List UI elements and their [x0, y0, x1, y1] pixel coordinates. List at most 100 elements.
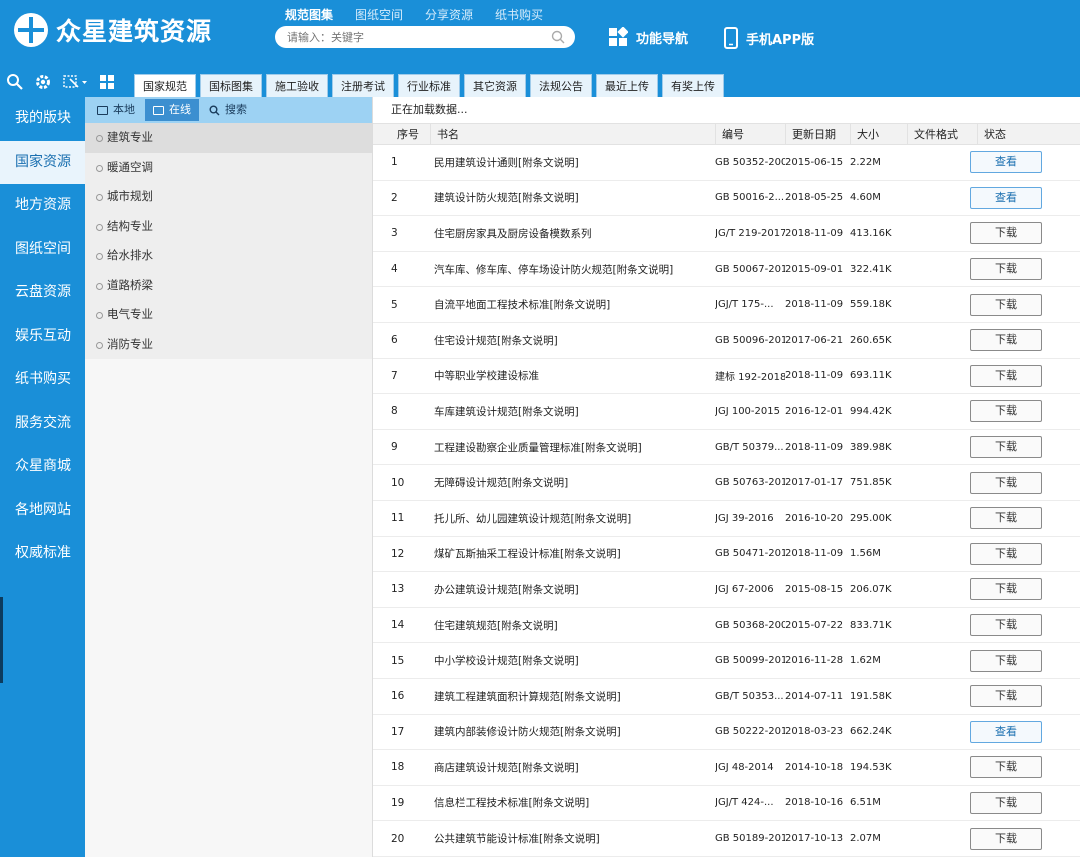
download-button[interactable]: 下载: [970, 614, 1042, 637]
col-header-status[interactable]: 状态: [977, 124, 1080, 144]
tab-construction-acceptance[interactable]: 施工验收: [266, 74, 328, 97]
row-code: GB 50222-2017: [715, 726, 785, 738]
download-button[interactable]: 下载: [970, 222, 1042, 245]
table-row[interactable]: 16 建筑工程建筑面积计算规范[附条文说明] GB/T 50353... 2014-0…: [373, 679, 1080, 715]
category-item[interactable]: 暖通空调: [85, 153, 372, 183]
sidebar-item-book-purchase[interactable]: 纸书购买: [0, 358, 85, 402]
table-row[interactable]: 7 中等职业学校建设标准 建标 192-2018 2018-11-09 693.11K 下…: [373, 359, 1080, 395]
category-item[interactable]: 城市规划: [85, 182, 372, 212]
search-icon[interactable]: [4, 72, 26, 92]
download-button[interactable]: 下载: [970, 471, 1042, 494]
sidebar-item-local-sites[interactable]: 各地网站: [0, 489, 85, 533]
category-item[interactable]: 道路桥梁: [85, 271, 372, 301]
download-button[interactable]: 下载: [970, 364, 1042, 387]
tab-registration-exam[interactable]: 注册考试: [332, 74, 394, 97]
cat-tab-search[interactable]: 搜索: [201, 99, 255, 121]
sidebar-item-authority[interactable]: 权威标准: [0, 532, 85, 576]
mobile-app-button[interactable]: 手机APP版: [724, 27, 814, 49]
download-button[interactable]: 下载: [970, 400, 1042, 423]
view-button[interactable]: 查看: [970, 186, 1042, 209]
table-row[interactable]: 4 汽车库、修车库、停车场设计防火规范[附条文说明] GB 50067-201420…: [373, 252, 1080, 288]
view-button[interactable]: 查看: [970, 151, 1042, 174]
logo[interactable]: 众星建筑资源: [14, 12, 212, 48]
table-row[interactable]: 20 公共建筑节能设计标准[附条文说明] GB 50189-20152017-10-…: [373, 821, 1080, 857]
category-item[interactable]: 结构专业: [85, 212, 372, 242]
cut-tool-icon[interactable]: [60, 72, 90, 92]
sidebar-item-cloud[interactable]: 云盘资源: [0, 271, 85, 315]
table-row[interactable]: 6 住宅设计规范[附条文说明] GB 50096-20112017-06-21 260…: [373, 323, 1080, 359]
grid-icon[interactable]: [96, 72, 118, 92]
download-button[interactable]: 下载: [970, 791, 1042, 814]
tab-recent-uploads[interactable]: 最近上传: [596, 74, 658, 97]
table-row[interactable]: 17 建筑内部装修设计防火规范[附条文说明] GB 50222-20172018-0…: [373, 715, 1080, 751]
category-item[interactable]: 电气专业: [85, 300, 372, 330]
table-row[interactable]: 15 中小学校设计规范[附条文说明] GB 50099-20112016-11-28…: [373, 643, 1080, 679]
col-header-no[interactable]: 序号: [373, 124, 430, 144]
table-row[interactable]: 5 自流平地面工程技术标准[附条文说明] JGJ/T 175-... 2018-11-…: [373, 287, 1080, 323]
search-tab-share[interactable]: 分享资源: [425, 6, 473, 24]
download-button[interactable]: 下载: [970, 542, 1042, 565]
row-action-cell: 下载: [970, 827, 1080, 850]
tab-industry-standards[interactable]: 行业标准: [398, 74, 460, 97]
download-button[interactable]: 下载: [970, 578, 1042, 601]
table-row[interactable]: 18 商店建筑设计规范[附条文说明] JGJ 48-2014 2014-10-18 19…: [373, 750, 1080, 786]
download-button[interactable]: 下载: [970, 293, 1042, 316]
tab-national-specs[interactable]: 国家规范: [134, 74, 196, 97]
download-button[interactable]: 下载: [970, 649, 1042, 672]
cat-tab-online[interactable]: 在线: [145, 99, 199, 121]
table-row[interactable]: 9 工程建设勘察企业质量管理标准[附条文说明] GB/T 50379... 2018-…: [373, 430, 1080, 466]
sidebar-item-mall[interactable]: 众星商城: [0, 445, 85, 489]
sidebar-item-my-section[interactable]: 我的版块: [0, 97, 85, 141]
row-number: 9: [391, 441, 398, 454]
col-header-size[interactable]: 大小: [850, 124, 907, 144]
sidebar-item-national[interactable]: 国家资源: [0, 140, 85, 184]
tab-reward-upload[interactable]: 有奖上传: [662, 74, 724, 97]
download-button[interactable]: 下载: [970, 258, 1042, 281]
table-row[interactable]: 19 信息栏工程技术标准[附条文说明] JGJ/T 424-... 2018-10-1…: [373, 786, 1080, 822]
table-row[interactable]: 10 无障碍设计规范[附条文说明] GB 50763-20122017-01-17 7…: [373, 465, 1080, 501]
tab-regulations[interactable]: 法规公告: [530, 74, 592, 97]
sidebar-item-local[interactable]: 地方资源: [0, 184, 85, 228]
table-row[interactable]: 3 住宅厨房家具及厨房设备模数系列 JG/T 219-2017 2018-11-09 4…: [373, 216, 1080, 252]
tab-other-resources[interactable]: 其它资源: [464, 74, 526, 97]
row-code: GB 50096-2011: [715, 334, 785, 346]
table-row[interactable]: 2 建筑设计防火规范[附条文说明] GB 50016-2... 2018-05-25 4…: [373, 181, 1080, 217]
category-item[interactable]: 建筑专业: [85, 123, 372, 153]
download-button[interactable]: 下载: [970, 507, 1042, 530]
search-input[interactable]: [275, 26, 535, 49]
tab-national-atlas[interactable]: 国标图集: [200, 74, 262, 97]
function-nav-button[interactable]: 功能导航: [608, 27, 688, 47]
sidebar-item-entertainment[interactable]: 娱乐互动: [0, 315, 85, 359]
table-row[interactable]: 13 办公建筑设计规范[附条文说明] JGJ 67-2006 2015-08-15 20…: [373, 572, 1080, 608]
col-header-name[interactable]: 书名: [430, 124, 715, 144]
search-tab-books[interactable]: 纸书购买: [495, 6, 543, 24]
table-row[interactable]: 12 煤矿瓦斯抽采工程设计标准[附条文说明] GB 50471-20182018-1…: [373, 537, 1080, 573]
col-header-date[interactable]: 更新日期: [785, 124, 850, 144]
row-code: JGJ/T 424-...: [715, 797, 774, 809]
search-tab-drawings[interactable]: 图纸空间: [355, 6, 403, 24]
download-button[interactable]: 下载: [970, 329, 1042, 352]
row-number: 3: [391, 227, 398, 240]
search-tab-specs[interactable]: 规范图集: [285, 6, 333, 24]
download-button[interactable]: 下载: [970, 436, 1042, 459]
search-icon[interactable]: [551, 30, 565, 44]
download-button[interactable]: 下载: [970, 827, 1042, 850]
row-code: GB 50763-2012: [715, 477, 785, 489]
sidebar-item-service[interactable]: 服务交流: [0, 402, 85, 446]
table-row[interactable]: 11 托儿所、幼儿园建筑设计规范[附条文说明] JGJ 39-2016 2016-10…: [373, 501, 1080, 537]
cat-tab-local[interactable]: 本地: [89, 99, 143, 121]
table-row[interactable]: 1 民用建筑设计通则[附条文说明] GB 50352-20052015-06-15 2…: [373, 145, 1080, 181]
col-header-code[interactable]: 编号: [715, 124, 785, 144]
table-row[interactable]: 8 车库建筑设计规范[附条文说明] JGJ 100-2015 2016-12-01 99…: [373, 394, 1080, 430]
category-item[interactable]: 给水排水: [85, 241, 372, 271]
view-button[interactable]: 查看: [970, 720, 1042, 743]
function-nav-label: 功能导航: [636, 31, 689, 47]
row-book-name: 公共建筑节能设计标准[附条文说明]: [434, 833, 600, 846]
col-header-format[interactable]: 文件格式: [907, 124, 977, 144]
sidebar-item-drawing-space[interactable]: 图纸空间: [0, 228, 85, 272]
download-button[interactable]: 下载: [970, 756, 1042, 779]
settings-icon[interactable]: [32, 72, 54, 92]
table-row[interactable]: 14 住宅建筑规范[附条文说明] GB 50368-20052015-07-22 83…: [373, 608, 1080, 644]
category-item[interactable]: 消防专业: [85, 330, 372, 360]
download-button[interactable]: 下载: [970, 685, 1042, 708]
